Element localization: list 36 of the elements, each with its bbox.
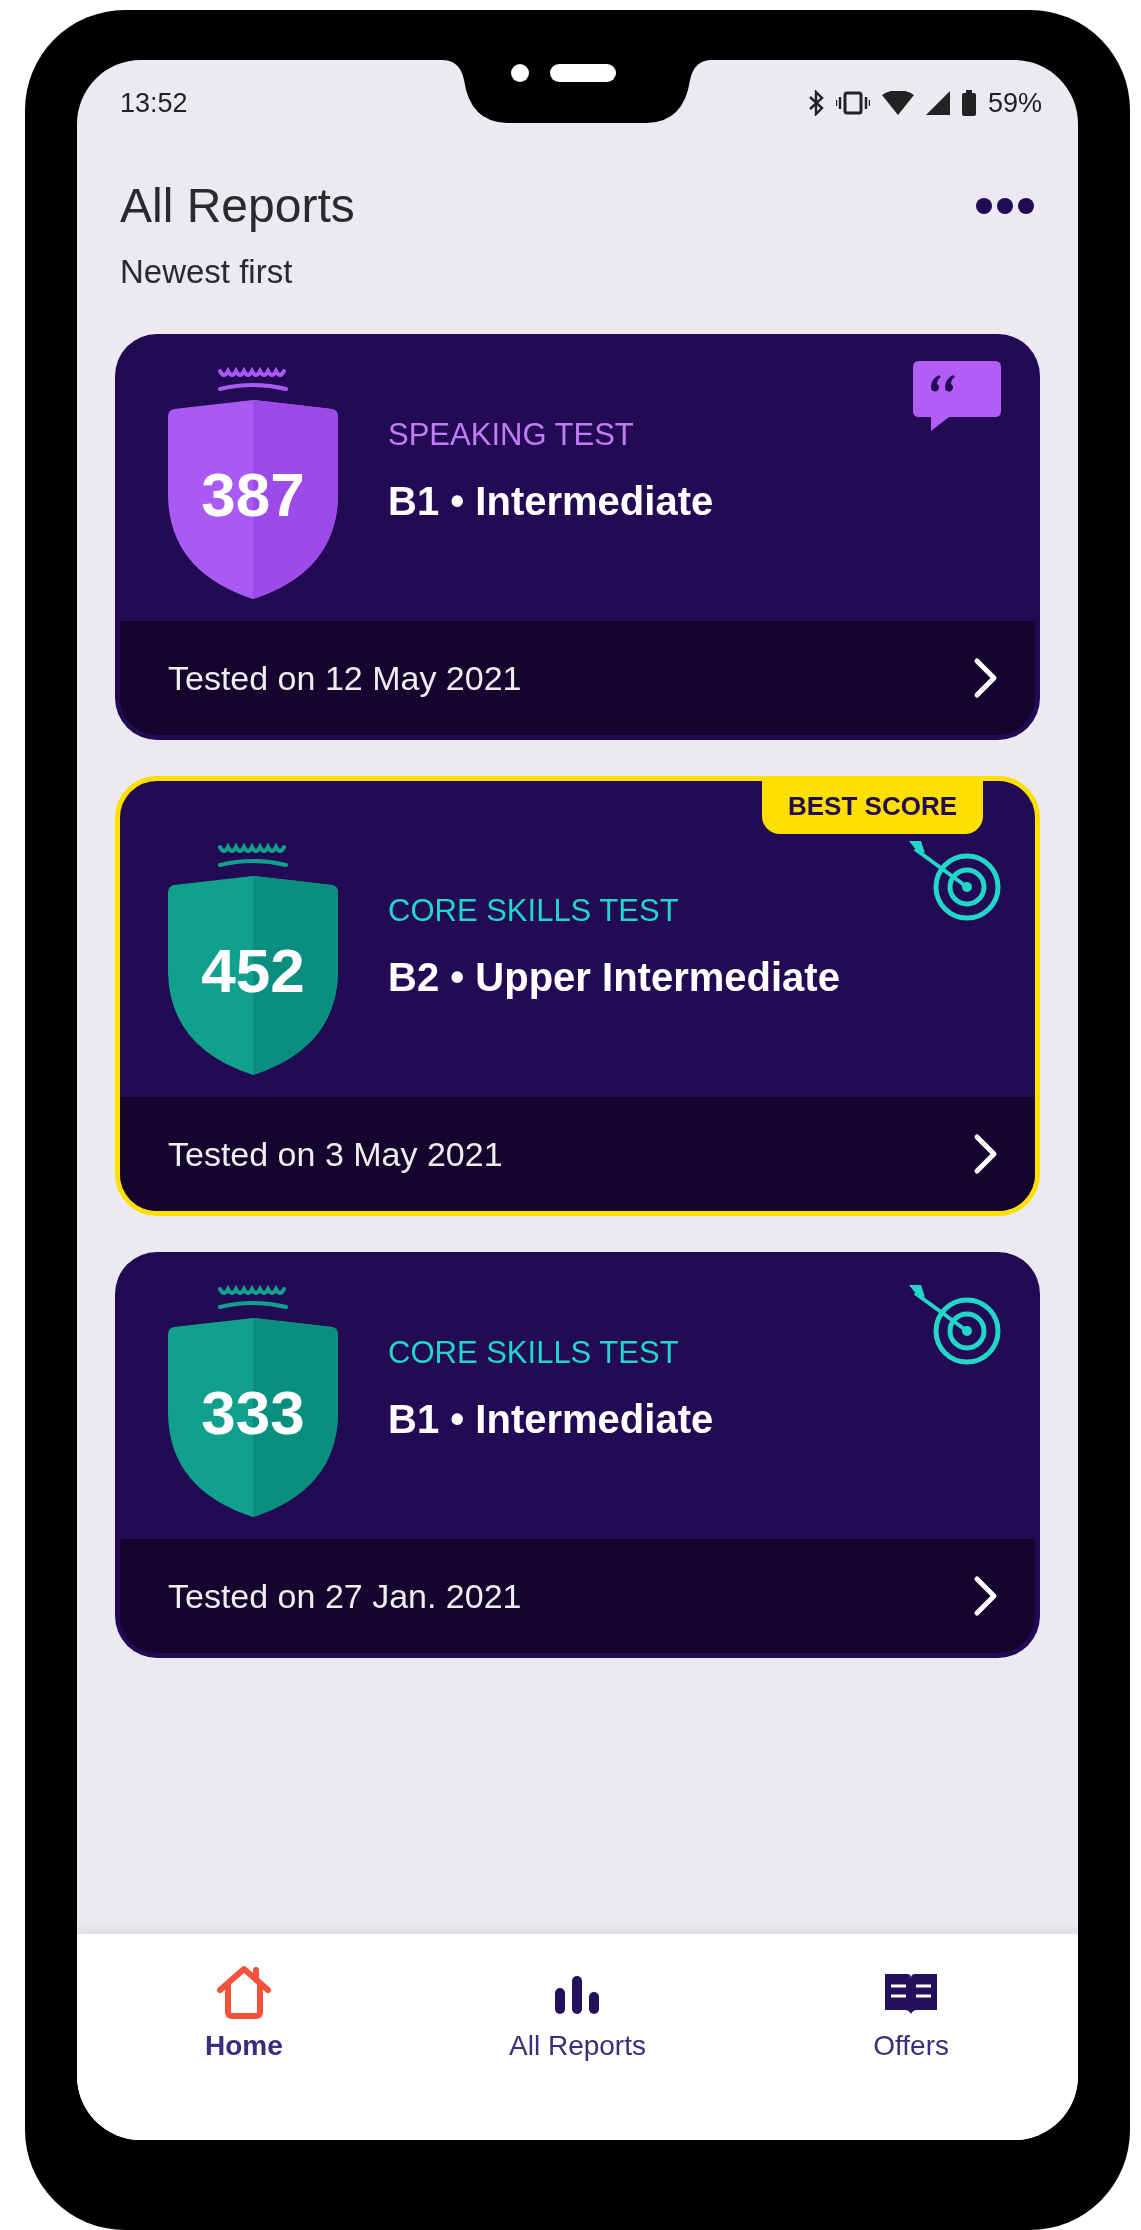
page-title: All Reports: [120, 178, 355, 234]
test-date: Tested on 12 May 2021: [168, 658, 522, 698]
bluetooth-icon: [807, 90, 824, 116]
more-options-icon[interactable]: [975, 196, 1035, 215]
test-date: Tested on 3 May 2021: [168, 1134, 503, 1174]
battery-icon: [961, 90, 976, 116]
vibrate-icon: [835, 91, 870, 115]
score-number: 333: [200, 1377, 306, 1449]
chevron-right-icon: [973, 657, 999, 700]
score-number: 387: [200, 459, 306, 531]
shield-icon: [168, 843, 338, 1076]
battery-percent: 59%: [987, 87, 1042, 119]
report-card[interactable]: 333 CORE SKILLS TEST B1 • Intermediate Tested on 27 Jan. 2021: [115, 1252, 1040, 1659]
level-label: B2 • Upper Intermediate: [388, 955, 841, 1001]
chevron-right-icon: [973, 1133, 999, 1176]
nav-tab[interactable]: All Reports: [509, 1934, 646, 2062]
shield-icon: [168, 1285, 338, 1518]
shield-icon: [168, 367, 338, 600]
report-card[interactable]: BEST SCORE 452 CORE SKILLS TEST B2 • Upper Intermediate Tested on 3 May 2021: [115, 776, 1040, 1217]
wifi-icon: [881, 91, 914, 115]
test-date: Tested on 27 Jan. 2021: [168, 1576, 522, 1616]
test-type-label: SPEAKING TEST: [388, 417, 635, 454]
home-icon: [215, 1964, 272, 2020]
level-label: B1 • Intermediate: [388, 479, 715, 525]
test-type-label: CORE SKILLS TEST: [388, 893, 680, 930]
best-score-badge: BEST SCORE: [761, 781, 983, 835]
chevron-right-icon: [973, 1575, 999, 1618]
status-time: 13:52: [120, 87, 188, 119]
score-number: 452: [200, 935, 306, 1007]
nav-tab[interactable]: Home: [204, 1934, 283, 2062]
sort-label: Newest first: [120, 253, 294, 292]
signal-icon: [925, 91, 950, 115]
test-type-label: CORE SKILLS TEST: [388, 1335, 680, 1372]
nav-tab[interactable]: Offers: [873, 1934, 949, 2062]
report-card[interactable]: 387 SPEAKING TEST B1 • Intermediate Tested on 12 May 2021: [115, 334, 1040, 741]
level-label: B1 • Intermediate: [388, 1397, 715, 1443]
